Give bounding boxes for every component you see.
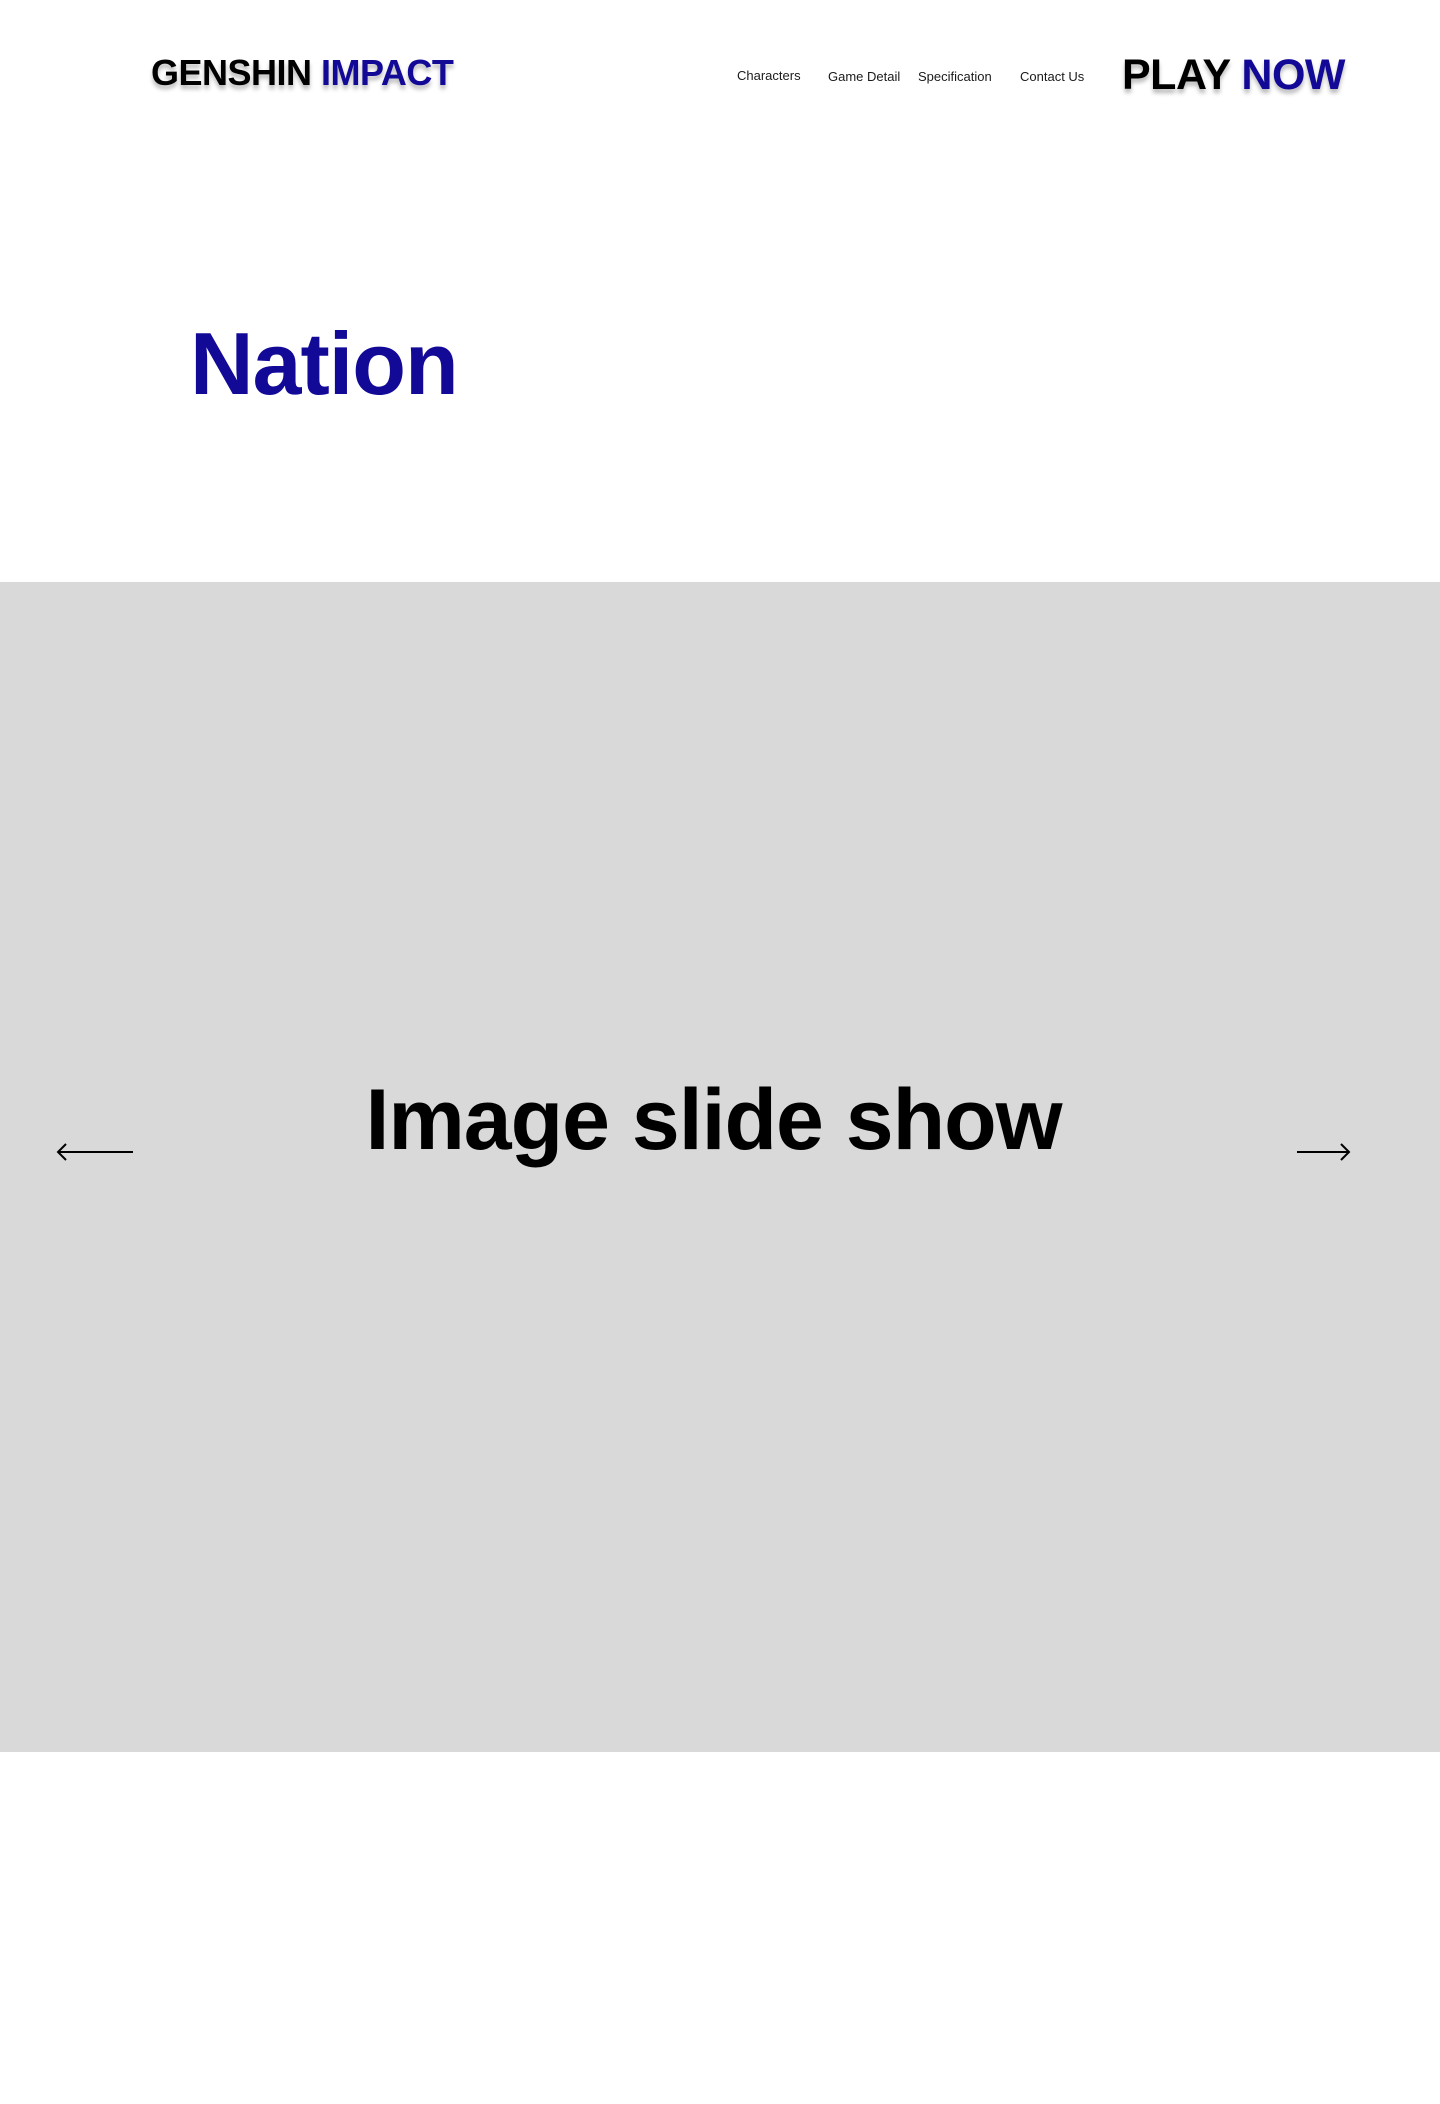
nav-link-characters[interactable]: Characters (737, 68, 801, 84)
nav-link-specification[interactable]: Specification (918, 69, 992, 85)
site-header: GENSHIN IMPACT Characters Game Detail Sp… (0, 0, 1440, 150)
nav-link-game-detail[interactable]: Game Detail (828, 69, 900, 85)
nav-link-contact-us[interactable]: Contact Us (1020, 69, 1084, 85)
image-slideshow: Image slide show (0, 582, 1440, 1752)
slideshow-next-button[interactable] (1297, 1142, 1351, 1162)
site-logo[interactable]: GENSHIN IMPACT (151, 51, 454, 95)
play-now-button[interactable]: PLAY NOW (1122, 50, 1346, 100)
play-now-word-play: PLAY (1122, 51, 1230, 99)
play-now-word-now: NOW (1241, 51, 1346, 99)
slideshow-caption: Image slide show (365, 1072, 1062, 1168)
logo-word-genshin: GENSHIN (151, 52, 312, 93)
logo-word-impact: IMPACT (321, 52, 454, 93)
arrow-right-icon (1297, 1143, 1351, 1161)
page-title: Nation (190, 314, 459, 413)
